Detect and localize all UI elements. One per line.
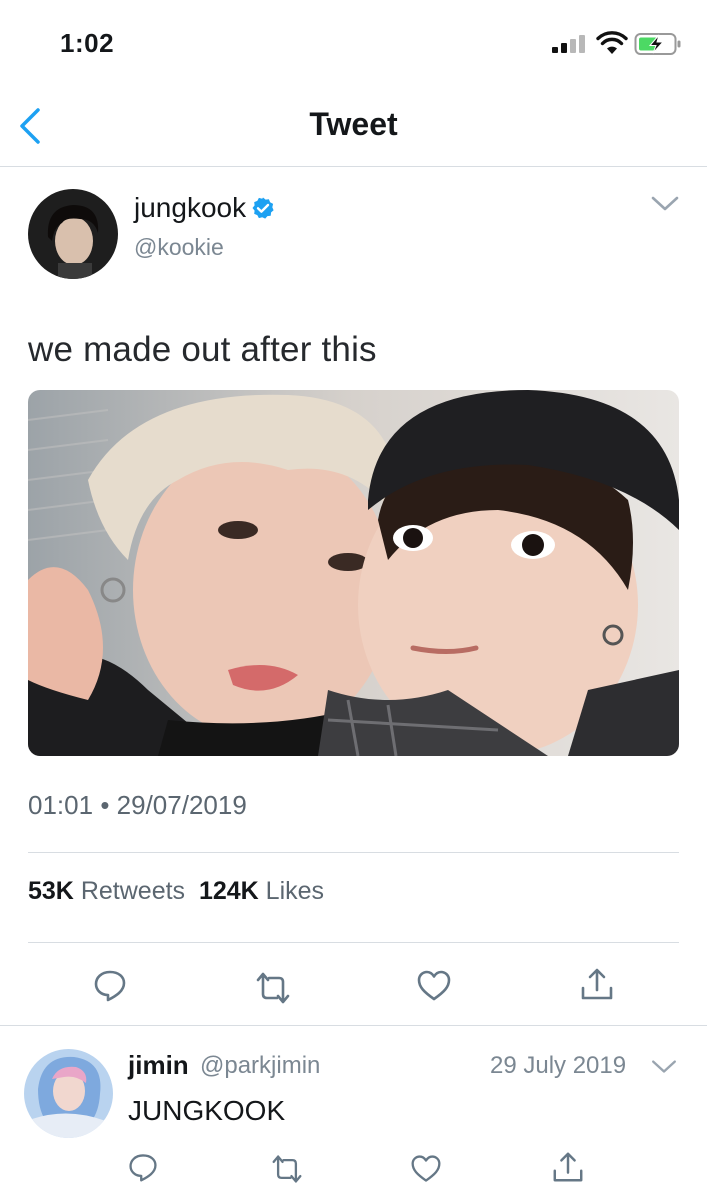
timestamp-separator: •: [100, 790, 110, 820]
tweet-timestamp: 01:01 • 29/07/2019: [28, 790, 247, 821]
verified-badge-icon: [252, 197, 274, 219]
reply-like-icon[interactable]: [410, 1153, 442, 1185]
battery-charging-icon: [634, 33, 681, 55]
author-name[interactable]: jungkook: [134, 192, 246, 224]
tweet-stats: 53K Retweets 124K Likes: [28, 877, 324, 906]
stats-divider-top: [28, 852, 679, 853]
header-divider: [0, 166, 707, 167]
status-time: 1:02: [60, 28, 115, 58]
author-avatar[interactable]: [28, 189, 118, 279]
reply-divider: [0, 1025, 707, 1026]
reply-chevron-down-icon[interactable]: [650, 1058, 678, 1076]
share-icon[interactable]: [579, 966, 615, 1002]
tweet-photo[interactable]: [28, 390, 679, 756]
page-title: Tweet: [309, 106, 398, 142]
tweet-text: we made out after this: [28, 330, 377, 369]
reply-author-handle[interactable]: @parkjimin: [200, 1052, 320, 1080]
reply-text: JUNGKOOK: [128, 1095, 286, 1126]
likes-count: 124K: [198, 877, 259, 905]
wifi-icon: [596, 31, 628, 54]
tweet-time: 01:01: [28, 790, 94, 820]
like-icon[interactable]: [416, 968, 452, 1004]
likes-stat[interactable]: 124K Likes: [199, 877, 324, 905]
author-handle[interactable]: @kookie: [134, 234, 224, 261]
reply-author-avatar[interactable]: [24, 1049, 113, 1138]
retweets-label: Retweets: [80, 877, 186, 905]
chevron-down-icon[interactable]: [650, 194, 680, 214]
reply-date: 29 July 2019: [490, 1052, 627, 1079]
reply-icon[interactable]: [92, 967, 128, 1003]
retweets-count: 53K: [28, 877, 74, 905]
likes-label: Likes: [265, 877, 325, 905]
stats-divider-bottom: [28, 942, 679, 943]
tweet-date: 29/07/2019: [116, 790, 247, 820]
reply-retweet-icon[interactable]: [270, 1153, 304, 1185]
cellular-signal-icon: [552, 33, 588, 53]
retweet-icon[interactable]: [255, 970, 291, 1006]
author-name-row[interactable]: jungkook: [134, 192, 275, 224]
reply-reply-icon[interactable]: [127, 1151, 159, 1183]
retweets-stat[interactable]: 53K Retweets: [28, 877, 185, 905]
reply-share-icon[interactable]: [551, 1150, 585, 1184]
reply-author-name[interactable]: jimin: [128, 1050, 189, 1081]
